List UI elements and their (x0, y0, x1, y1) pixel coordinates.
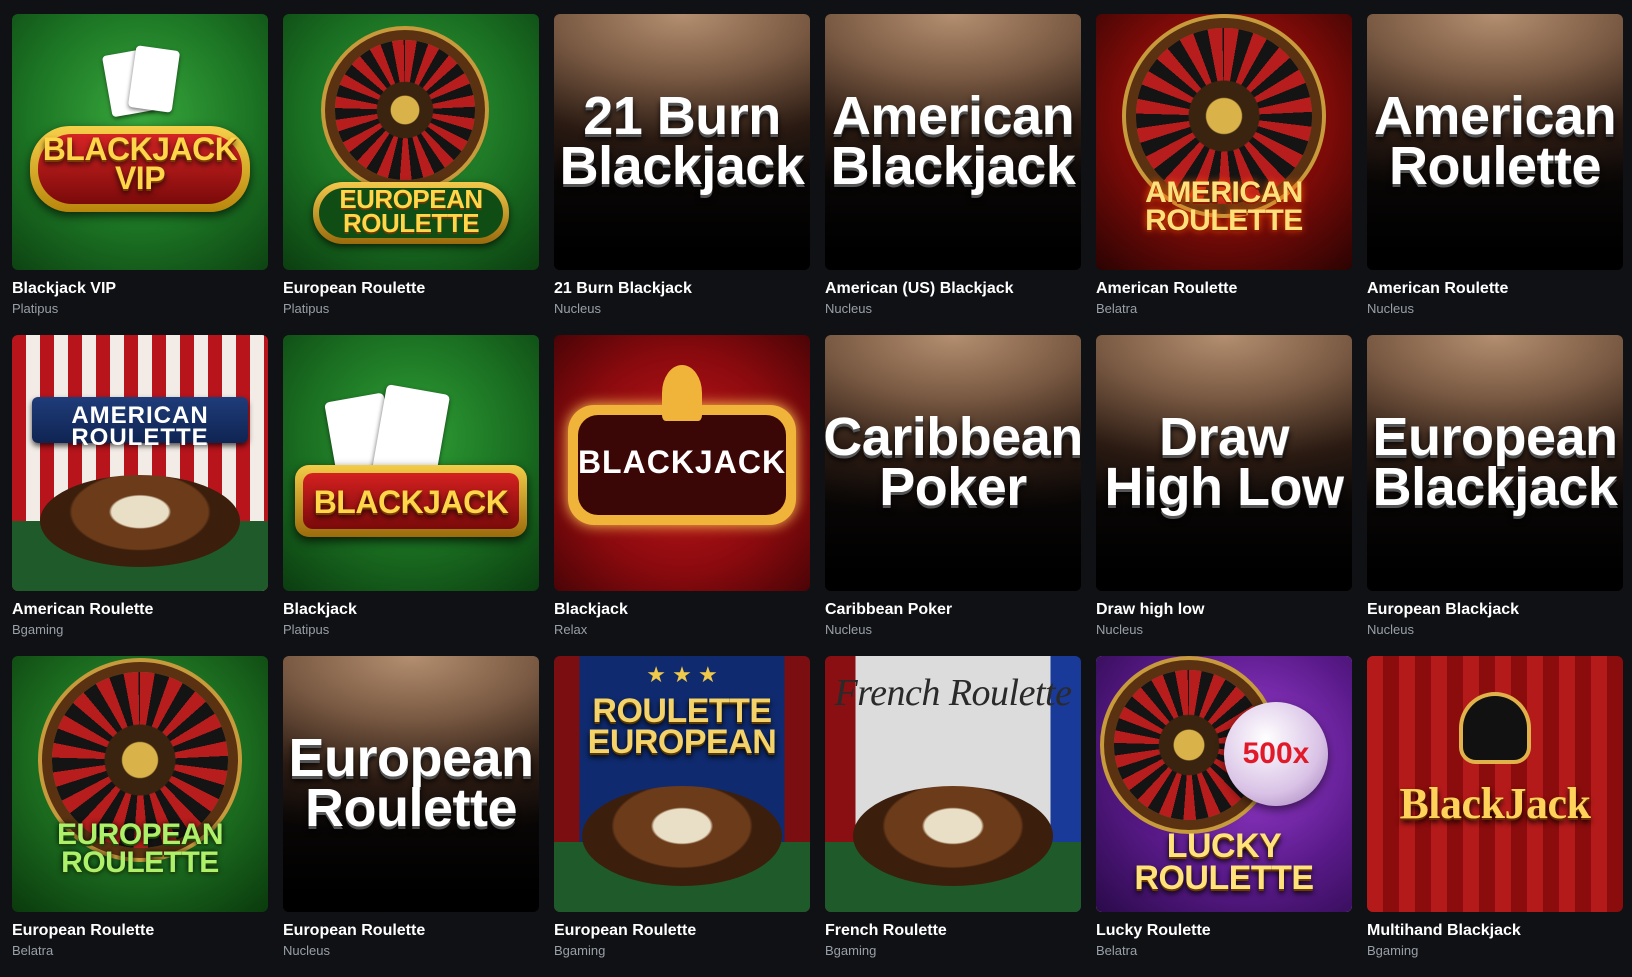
game-provider: Belatra (12, 943, 54, 958)
game-art-text: French Roulette (834, 672, 1072, 714)
game-thumbnail[interactable]: AMERICAN ROULETTE (12, 335, 268, 591)
game-thumbnail[interactable]: American Blackjack (825, 14, 1081, 270)
game-art-text: EUROPEAN ROULETTE (56, 818, 224, 879)
game-card-caribbean-poker[interactable]: Caribbean Poker Caribbean Poker Nucleus (825, 335, 1081, 656)
game-provider: Platipus (12, 301, 59, 316)
game-card-american-us-blackjack[interactable]: American Blackjack American (US) Blackja… (825, 14, 1081, 335)
game-art-text: BlackJack (1399, 778, 1591, 828)
game-provider: Nucleus (825, 622, 872, 637)
game-title[interactable]: Blackjack (283, 601, 539, 619)
game-art-text: Draw High Low (1104, 407, 1344, 517)
game-thumbnail[interactable]: BLACKJACK VIP (12, 14, 268, 270)
game-card-american-roulette-nucleus[interactable]: American Roulette American Roulette Nucl… (1367, 14, 1623, 335)
game-provider: Nucleus (1367, 301, 1414, 316)
game-card-21-burn-blackjack[interactable]: 21 Burn Blackjack 21 Burn Blackjack Nucl… (554, 14, 810, 335)
game-provider: Bgaming (825, 943, 877, 958)
game-title[interactable]: Caribbean Poker (825, 601, 1081, 619)
game-title[interactable]: Blackjack (554, 601, 810, 619)
game-provider: Nucleus (283, 943, 330, 958)
game-thumbnail[interactable]: EUROPEAN ROULETTE (283, 14, 539, 270)
game-art-text: European Blackjack (1372, 407, 1618, 517)
game-thumbnail[interactable]: 500x LUCKY ROULETTE (1096, 656, 1352, 912)
game-thumbnail[interactable]: BLACKJACK (283, 335, 539, 591)
multiplier-badge: 500x (1242, 737, 1310, 770)
game-art-text: BLACKJACK (313, 484, 509, 521)
game-provider: Belatra (1096, 301, 1138, 316)
game-provider: Platipus (283, 622, 330, 637)
game-card-blackjack-platipus[interactable]: BLACKJACK Blackjack Platipus (283, 335, 539, 656)
game-provider: Nucleus (1096, 622, 1143, 637)
game-title[interactable]: American Roulette (1096, 280, 1352, 298)
game-thumbnail[interactable]: American Roulette (1367, 14, 1623, 270)
game-card-blackjack-vip[interactable]: BLACKJACK VIP Blackjack VIP Platipus (12, 14, 268, 335)
game-art-text: BLACKJACK VIP (42, 130, 238, 196)
game-card-lucky-roulette[interactable]: 500x LUCKY ROULETTE Lucky Roulette Belat… (1096, 656, 1352, 977)
game-provider: Nucleus (825, 301, 872, 316)
game-thumbnail[interactable]: BLACKJACK (554, 335, 810, 591)
game-title[interactable]: American (US) Blackjack (825, 280, 1081, 298)
game-thumbnail[interactable]: Caribbean Poker (825, 335, 1081, 591)
game-art-text: AMERICAN ROULETTE (1145, 176, 1303, 237)
game-provider: Nucleus (554, 301, 601, 316)
game-art-text: LUCKY ROULETTE (1134, 827, 1314, 897)
game-thumbnail[interactable]: French Roulette (825, 656, 1081, 912)
game-card-american-roulette-belatra[interactable]: AMERICAN ROULETTE American Roulette Bela… (1096, 14, 1352, 335)
game-card-european-roulette-nucleus[interactable]: European Roulette European Roulette Nucl… (283, 656, 539, 977)
game-title[interactable]: Multihand Blackjack (1367, 922, 1623, 940)
game-title[interactable]: Draw high low (1096, 601, 1352, 619)
game-card-multihand-blackjack[interactable]: BlackJack Multihand Blackjack Bgaming (1367, 656, 1623, 977)
game-provider: Nucleus (1367, 622, 1414, 637)
game-title[interactable]: 21 Burn Blackjack (554, 280, 810, 298)
game-provider: Bgaming (1367, 943, 1419, 958)
game-title[interactable]: French Roulette (825, 922, 1081, 940)
game-title[interactable]: European Roulette (12, 922, 268, 940)
game-title[interactable]: European Roulette (554, 922, 810, 940)
game-provider: Platipus (283, 301, 330, 316)
game-thumbnail[interactable]: Draw High Low (1096, 335, 1352, 591)
game-art-text: 21 Burn Blackjack (559, 86, 805, 196)
game-card-draw-high-low[interactable]: Draw High Low Draw high low Nucleus (1096, 335, 1352, 656)
game-provider: Bgaming (554, 943, 606, 958)
game-card-european-blackjack[interactable]: European Blackjack European Blackjack Nu… (1367, 335, 1623, 656)
game-thumbnail[interactable]: 21 Burn Blackjack (554, 14, 810, 270)
game-thumbnail[interactable]: European Blackjack (1367, 335, 1623, 591)
game-title[interactable]: European Roulette (283, 280, 539, 298)
game-art-text: EUROPEAN ROULETTE (339, 184, 483, 238)
game-title[interactable]: American Roulette (1367, 280, 1623, 298)
game-card-french-roulette[interactable]: French Roulette French Roulette Bgaming (825, 656, 1081, 977)
game-provider: Relax (554, 622, 588, 637)
game-art-text: American Roulette (1373, 86, 1617, 196)
game-title[interactable]: European Roulette (283, 922, 539, 940)
game-title[interactable]: Lucky Roulette (1096, 922, 1352, 940)
game-provider: Belatra (1096, 943, 1138, 958)
game-title[interactable]: American Roulette (12, 601, 268, 619)
game-art-text: BLACKJACK (577, 444, 787, 481)
star-icons: ★ ★ ★ (646, 662, 718, 687)
game-thumbnail[interactable]: ★ ★ ★ ROULETTE EUROPEAN (554, 656, 810, 912)
game-title[interactable]: European Blackjack (1367, 601, 1623, 619)
game-card-european-roulette-bgaming[interactable]: ★ ★ ★ ROULETTE EUROPEAN European Roulett… (554, 656, 810, 977)
games-grid: BLACKJACK VIP Blackjack VIP Platipus EUR… (12, 14, 1623, 977)
game-card-american-roulette-bgaming[interactable]: AMERICAN ROULETTE American Roulette Bgam… (12, 335, 268, 656)
game-thumbnail[interactable]: EUROPEAN ROULETTE (12, 656, 268, 912)
game-thumbnail[interactable]: European Roulette (283, 656, 539, 912)
game-card-european-roulette-platipus[interactable]: EUROPEAN ROULETTE European Roulette Plat… (283, 14, 539, 335)
game-thumbnail[interactable]: BlackJack (1367, 656, 1623, 912)
game-card-blackjack-relax[interactable]: BLACKJACK Blackjack Relax (554, 335, 810, 656)
game-art-text: ROULETTE EUROPEAN (587, 692, 777, 762)
game-art-text: American Blackjack (830, 86, 1076, 196)
game-art-text: European Roulette (288, 728, 534, 838)
game-card-european-roulette-belatra[interactable]: EUROPEAN ROULETTE European Roulette Bela… (12, 656, 268, 977)
game-art-text: AMERICAN ROULETTE (71, 402, 209, 452)
game-provider: Bgaming (12, 622, 64, 637)
game-thumbnail[interactable]: AMERICAN ROULETTE (1096, 14, 1352, 270)
game-title[interactable]: Blackjack VIP (12, 280, 268, 298)
game-art-text: Caribbean Poker (825, 407, 1081, 517)
